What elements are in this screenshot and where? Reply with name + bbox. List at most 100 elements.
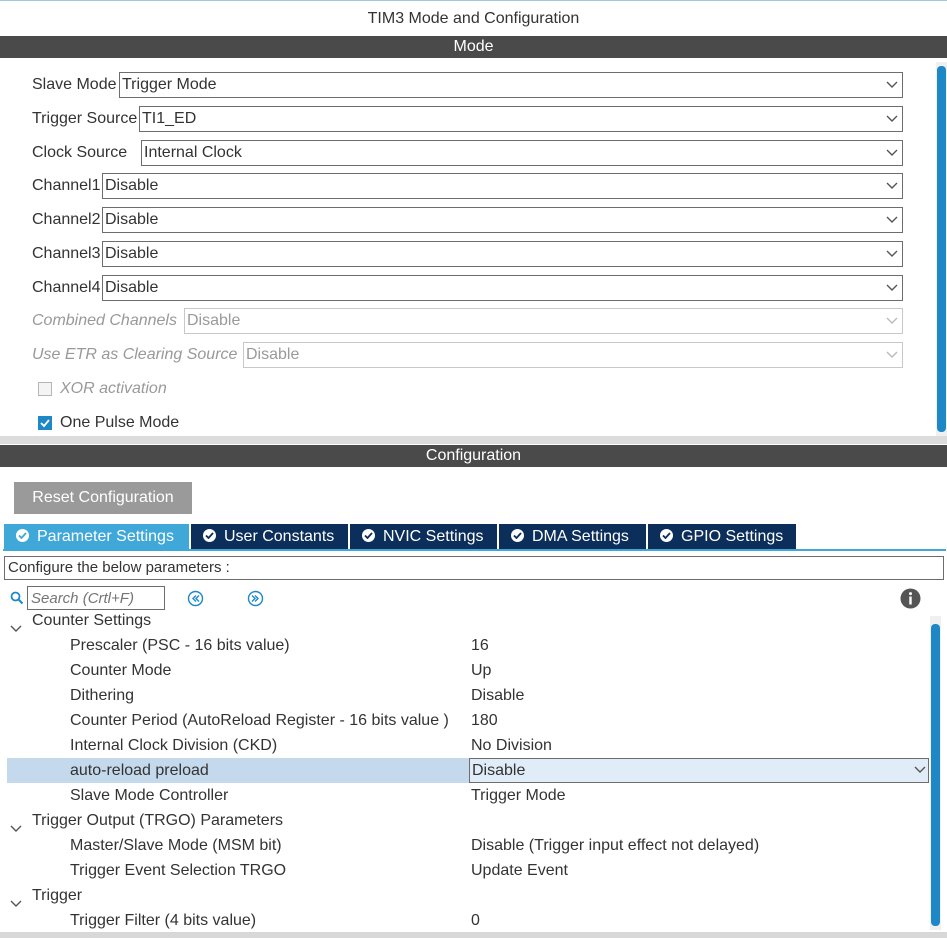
configure-hint: Configure the below parameters :	[4, 556, 944, 580]
chevron-down-icon	[886, 216, 898, 226]
param-value: Trigger Mode	[471, 787, 566, 804]
clock-source-value: Internal Clock	[144, 144, 242, 161]
trigger-source-label: Trigger Source	[32, 110, 138, 127]
channel4-label: Channel4	[32, 279, 101, 296]
chevron-down-icon	[886, 317, 898, 327]
param-name: Trigger Event Selection TRGO	[70, 862, 287, 879]
reset-configuration-button[interactable]: Reset Configuration	[14, 482, 192, 514]
tab-label: NVIC Settings	[383, 528, 484, 545]
param-row-dithering[interactable]: Dithering Disable	[0, 683, 930, 708]
trigger-source-value: TI1_ED	[142, 110, 197, 127]
etr-clearing-value: Disable	[246, 346, 300, 363]
chevron-down-icon	[886, 351, 898, 361]
param-name: Prescaler (PSC - 16 bits value)	[70, 637, 290, 654]
clock-source-select[interactable]: Internal Clock	[141, 140, 903, 166]
search-next-icon[interactable]	[247, 590, 264, 612]
channel3-label: Channel3	[32, 245, 101, 262]
combined-channels-label: Combined Channels	[32, 312, 177, 329]
param-row-trigger-filter[interactable]: Trigger Filter (4 bits value) 0	[0, 908, 930, 930]
param-row-auto-reload-preload[interactable]: auto-reload preload Disable	[0, 758, 930, 783]
param-value: Update Event	[471, 862, 568, 879]
configuration-section-header: Configuration	[0, 445, 947, 467]
channel2-value: Disable	[105, 211, 159, 228]
chevron-down-icon	[914, 766, 926, 776]
param-row-counter-period[interactable]: Counter Period (AutoReload Register - 16…	[0, 708, 930, 733]
param-value: 180	[471, 712, 498, 729]
chevron-down-icon	[886, 149, 898, 159]
parameter-tree: Counter Settings Prescaler (PSC - 16 bit…	[0, 612, 930, 930]
tab-label: DMA Settings	[532, 528, 629, 545]
etr-clearing-select: Disable	[243, 342, 903, 368]
param-name: Trigger Filter (4 bits value)	[70, 912, 257, 929]
combined-channels-value: Disable	[187, 312, 241, 329]
tab-user-constants[interactable]: User Constants	[191, 524, 348, 550]
param-value: Disable (Trigger input effect not delaye…	[471, 837, 760, 854]
one-pulse-mode-label: One Pulse Mode	[60, 414, 180, 431]
xor-activation-checkbox	[38, 382, 52, 396]
tab-dma-settings[interactable]: DMA Settings	[499, 524, 646, 550]
channel2-select[interactable]: Disable	[102, 207, 903, 233]
tab-underline	[3, 549, 946, 551]
tab-gpio-settings[interactable]: GPIO Settings	[648, 524, 796, 550]
channel4-value: Disable	[105, 279, 159, 296]
channel3-value: Disable	[105, 245, 159, 262]
etr-clearing-label: Use ETR as Clearing Source	[32, 346, 238, 363]
channel3-select[interactable]: Disable	[102, 241, 903, 267]
chevron-down-icon	[886, 182, 898, 192]
combined-channels-select: Disable	[184, 308, 903, 334]
param-value: Disable	[472, 762, 526, 779]
one-pulse-mode-checkbox[interactable]	[38, 416, 52, 430]
param-name: auto-reload preload	[70, 762, 209, 779]
chevron-down-icon	[886, 81, 898, 91]
param-value: Up	[471, 662, 492, 679]
param-value: 0	[471, 912, 480, 929]
group-label: Trigger	[32, 887, 83, 904]
auto-reload-preload-select[interactable]: Disable	[469, 758, 929, 783]
tab-parameter-settings[interactable]: Parameter Settings	[4, 524, 189, 550]
slave-mode-select[interactable]: Trigger Mode	[119, 72, 903, 98]
slave-mode-value: Trigger Mode	[122, 76, 217, 93]
bottom-border	[0, 932, 947, 938]
search-previous-icon[interactable]	[187, 590, 204, 612]
search-input[interactable]	[27, 586, 165, 610]
check-circle-icon	[362, 529, 375, 542]
check-circle-icon	[660, 529, 673, 542]
group-counter-settings[interactable]: Counter Settings	[0, 612, 930, 633]
channel1-value: Disable	[105, 177, 159, 194]
param-row-trigger-event-selection[interactable]: Trigger Event Selection TRGO Update Even…	[0, 858, 930, 883]
tab-nvic-settings[interactable]: NVIC Settings	[350, 524, 497, 550]
parameter-scrollbar-thumb[interactable]	[931, 624, 940, 926]
param-row-counter-mode[interactable]: Counter Mode Up	[0, 658, 930, 683]
param-row-master-slave-mode[interactable]: Master/Slave Mode (MSM bit) Disable (Tri…	[0, 833, 930, 858]
group-trigger[interactable]: Trigger	[0, 883, 930, 908]
check-circle-icon	[203, 529, 216, 542]
channel1-label: Channel1	[32, 177, 101, 194]
check-icon	[40, 419, 50, 428]
info-icon[interactable]	[900, 588, 921, 614]
param-name: Master/Slave Mode (MSM bit)	[70, 837, 282, 854]
param-name: Dithering	[70, 687, 135, 704]
pane-splitter[interactable]	[0, 436, 947, 444]
param-row-slave-mode-controller[interactable]: Slave Mode Controller Trigger Mode	[0, 783, 930, 808]
param-row-prescaler[interactable]: Prescaler (PSC - 16 bits value) 16	[0, 633, 930, 658]
channel1-select[interactable]: Disable	[102, 173, 903, 199]
param-row-clock-division[interactable]: Internal Clock Division (CKD) No Divisio…	[0, 733, 930, 758]
param-name: Counter Mode	[70, 662, 172, 679]
channel4-select[interactable]: Disable	[102, 275, 903, 301]
group-label: Trigger Output (TRGO) Parameters	[32, 812, 284, 829]
group-trgo-parameters[interactable]: Trigger Output (TRGO) Parameters	[0, 808, 930, 833]
chevron-down-icon	[886, 284, 898, 294]
group-label: Counter Settings	[32, 612, 152, 629]
xor-activation-label: XOR activation	[60, 380, 167, 397]
channel2-label: Channel2	[32, 211, 101, 228]
mode-section-header: Mode	[0, 36, 947, 58]
param-value: No Division	[471, 737, 552, 754]
param-value: Disable	[471, 687, 525, 704]
tab-label: User Constants	[224, 528, 335, 545]
tab-label: GPIO Settings	[681, 528, 784, 545]
chevron-down-icon	[886, 250, 898, 260]
trigger-source-select[interactable]: TI1_ED	[139, 106, 903, 132]
slave-mode-label: Slave Mode	[32, 76, 117, 93]
check-circle-icon	[16, 529, 29, 542]
mode-scrollbar-thumb[interactable]	[937, 66, 946, 432]
